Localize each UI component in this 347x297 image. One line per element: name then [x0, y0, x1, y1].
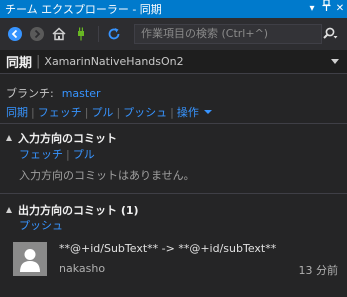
window-dropdown-icon[interactable]: ▾: [305, 0, 319, 18]
separator: |: [170, 105, 174, 119]
incoming-fetch-link[interactable]: フェッチ: [19, 146, 63, 162]
sync-actions: 同期 | フェッチ | プル | プッシュ | 操作: [6, 104, 212, 120]
plug-icon[interactable]: [72, 25, 90, 43]
forward-icon[interactable]: [28, 25, 46, 43]
actions-chevron-down-icon[interactable]: [203, 110, 212, 114]
home-icon[interactable]: [50, 25, 68, 43]
incoming-links: フェッチ | プル: [19, 146, 95, 162]
page-header[interactable]: 同期 | XamarinNativeHandsOn2: [0, 50, 347, 74]
outgoing-section-header[interactable]: 出力方向のコミット (1): [6, 202, 139, 218]
commit-message: **@+id/SubText** -> **@+id/subText**: [59, 242, 277, 255]
divider: [0, 193, 347, 194]
search-icon[interactable]: [316, 24, 344, 44]
back-icon[interactable]: [6, 25, 24, 43]
title-bar: チーム エクスプローラー - 同期 ▾ ✕: [0, 0, 347, 18]
collapse-triangle-icon[interactable]: [6, 135, 12, 141]
fetch-link[interactable]: フェッチ: [38, 104, 82, 120]
toolbar-separator: [98, 26, 99, 42]
window-buttons: ▾ ✕: [305, 0, 347, 18]
sync-link[interactable]: 同期: [6, 104, 28, 120]
incoming-section-header[interactable]: 入力方向のコミット: [6, 130, 117, 146]
header-divider: |: [36, 54, 41, 69]
pull-link[interactable]: プル: [91, 104, 113, 120]
incoming-pull-link[interactable]: プル: [73, 146, 95, 162]
branch-row: ブランチ: master: [6, 85, 101, 101]
divider: [0, 123, 347, 124]
commit-list-item[interactable]: **@+id/SubText** -> **@+id/subText** nak…: [13, 238, 341, 282]
push-link[interactable]: プッシュ: [123, 104, 167, 120]
search-input[interactable]: 作業項目の検索 (Ctrl+^): [134, 24, 322, 44]
separator: |: [116, 105, 121, 119]
repository-name: XamarinNativeHandsOn2: [44, 55, 184, 68]
window-title: チーム エクスプローラー - 同期: [5, 3, 162, 16]
outgoing-push-link[interactable]: プッシュ: [19, 217, 63, 233]
page-title: 同期: [6, 56, 33, 71]
commit-author: nakasho: [59, 262, 106, 275]
toolbar: 作業項目の検索 (Ctrl+^): [0, 18, 347, 50]
branch-label: ブランチ:: [6, 87, 54, 100]
commit-time: 13 分前: [298, 264, 339, 277]
incoming-empty-message: 入力方向のコミットはありません。: [19, 169, 195, 182]
page-dropdown-icon[interactable]: [331, 59, 339, 64]
close-icon[interactable]: ✕: [333, 0, 347, 18]
actions-menu-link[interactable]: 操作: [177, 104, 199, 120]
avatar: [13, 242, 47, 276]
collapse-triangle-icon[interactable]: [6, 207, 12, 213]
separator: |: [66, 147, 70, 161]
pin-icon[interactable]: [319, 0, 333, 18]
outgoing-section-title: 出力方向のコミット (1): [18, 204, 139, 217]
refresh-icon[interactable]: [105, 25, 123, 43]
incoming-section-title: 入力方向のコミット: [18, 132, 117, 145]
outgoing-links: プッシュ: [19, 217, 63, 233]
separator: |: [31, 105, 35, 119]
branch-link[interactable]: master: [62, 87, 101, 100]
separator: |: [84, 105, 89, 119]
